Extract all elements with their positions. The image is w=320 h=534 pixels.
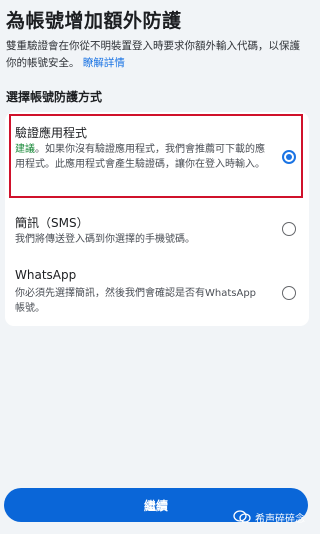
option-sms[interactable]: 簡訊（SMS） 我們將傳送登入碼到你選擇的手機號碼。	[5, 206, 309, 256]
option-label: WhatsApp	[15, 268, 77, 282]
option-description: 我們將傳送登入碼到你選擇的手機號碼。	[15, 234, 195, 245]
recommended-tag: 建議	[15, 144, 35, 155]
learn-more-link[interactable]: 瞭解詳情	[83, 57, 125, 69]
option-description: 建議。如果你沒有驗證應用程式，我們會推薦可下載的應用程式。此應用程式會產生驗證碼…	[15, 142, 265, 172]
watermark-text: 希声碎碎念	[255, 513, 305, 525]
option-description: 你必須先選擇簡訊，然後我們會確認是否有WhatsApp 帳號。	[15, 288, 257, 314]
page-description: 雙重驗證會在你從不明裝置登入時要求你額外輸入代碼，以保護你的帳號安全。 瞭解詳情	[6, 38, 310, 72]
section-title: 選擇帳號防護方式	[6, 90, 103, 104]
options-card: 驗證應用程式 建議。如果你沒有驗證應用程式，我們會推薦可下載的應用程式。此應用程…	[5, 112, 309, 326]
description-text: 雙重驗證會在你從不明裝置登入時要求你額外輸入代碼，以保護你的帳號安全。	[6, 40, 300, 69]
option-authenticator-app[interactable]: 驗證應用程式 建議。如果你沒有驗證應用程式，我們會推薦可下載的應用程式。此應用程…	[5, 112, 309, 202]
option-label: 簡訊（SMS）	[15, 216, 89, 230]
option-description-text: 。如果你沒有驗證應用程式，我們會推薦可下載的應用程式。此應用程式會產生驗證碼，讓…	[15, 144, 265, 170]
page-title: 為帳號增加額外防護	[6, 10, 182, 32]
option-label: 驗證應用程式	[15, 126, 88, 140]
watermark: 希声碎碎念	[233, 507, 305, 527]
radio-button-selected[interactable]	[282, 150, 296, 164]
radio-button[interactable]	[282, 286, 296, 300]
chat-bubble-icon	[233, 510, 251, 524]
radio-button[interactable]	[282, 222, 296, 236]
option-whatsapp[interactable]: WhatsApp 你必須先選擇簡訊，然後我們會確認是否有WhatsApp 帳號。	[5, 262, 309, 322]
